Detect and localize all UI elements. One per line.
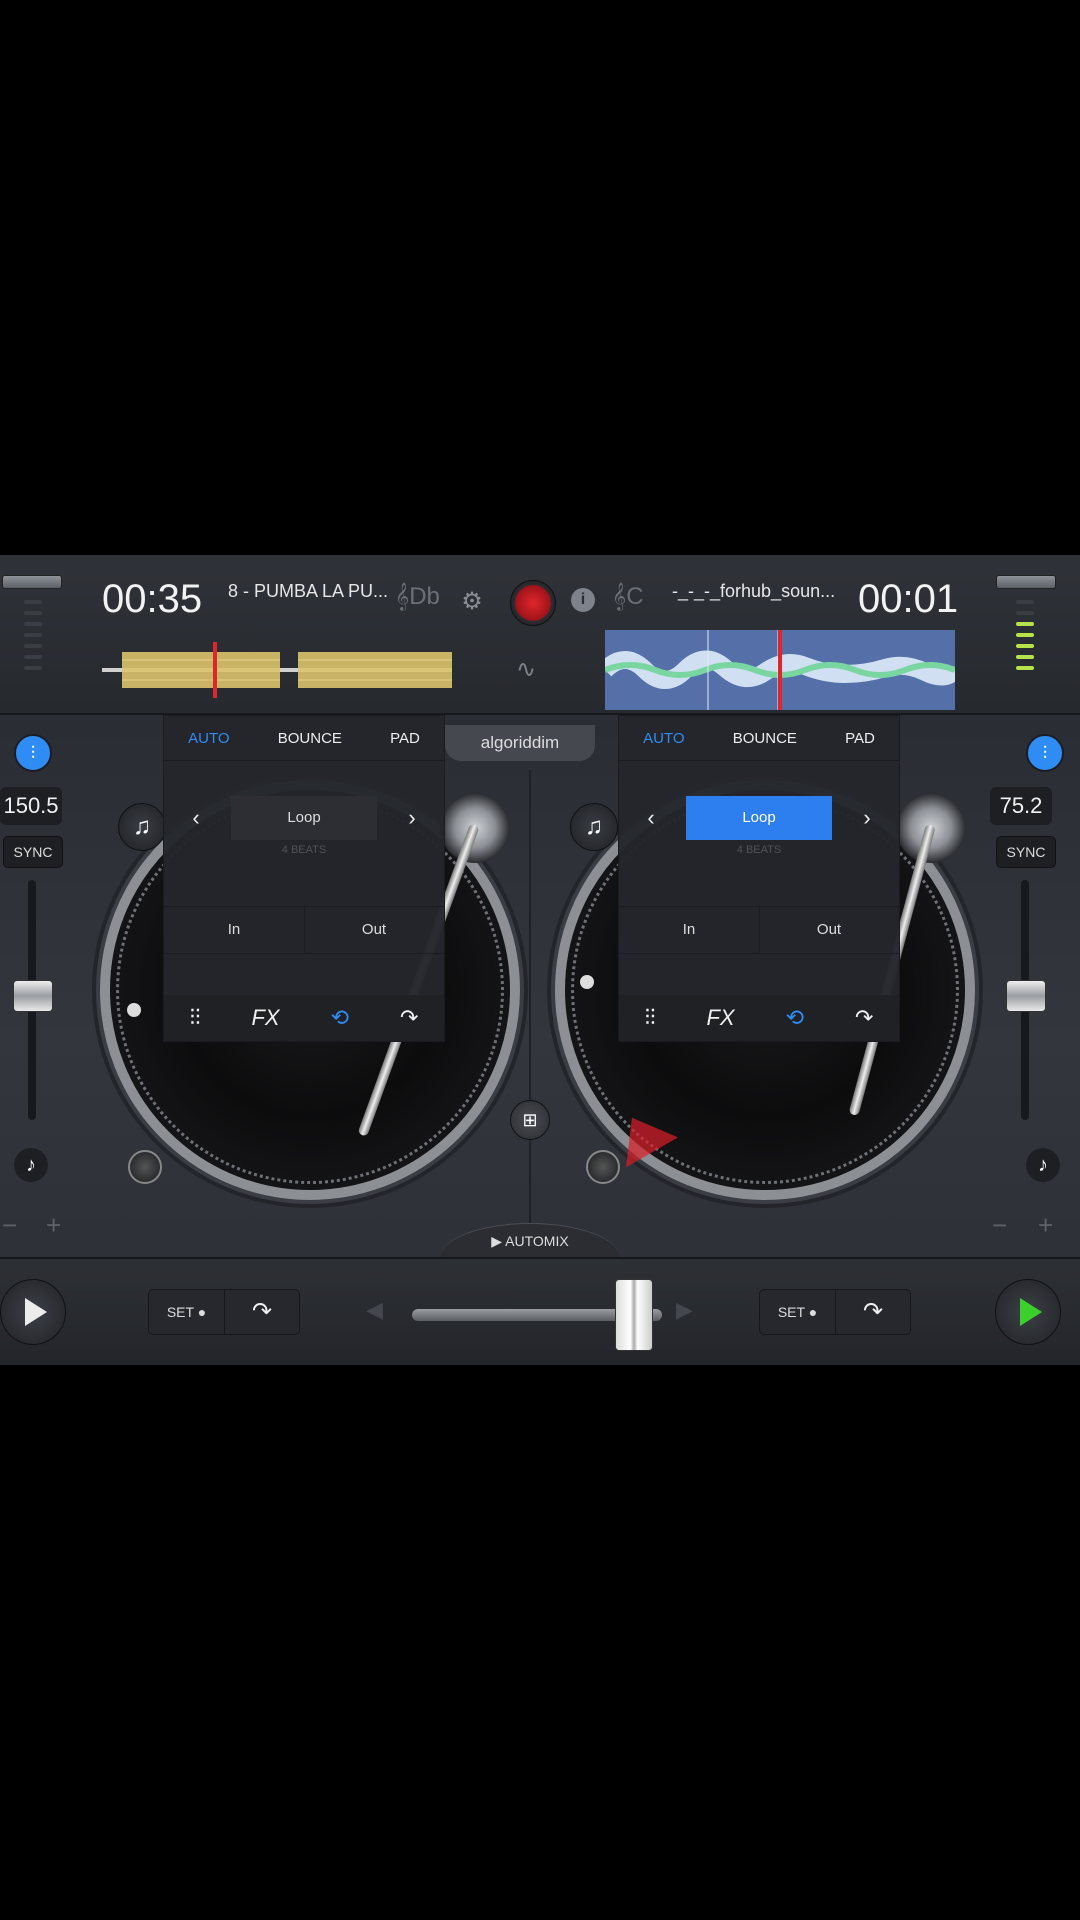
right-deck-time: 00:01 [858, 577, 959, 621]
transport-bar: SET ● ↷ ◀ ▶ SET ● ↷ [0, 1257, 1080, 1365]
right-waveform[interactable] [598, 630, 962, 710]
right-loop-tabs: AUTO BOUNCE PAD [619, 716, 899, 761]
left-beats-label: 4 BEATS [281, 844, 327, 856]
xfader-left-arrow: ◀ [366, 1297, 383, 1322]
music-clef-icon: 𝄞 [395, 583, 410, 610]
play-icon [1020, 1298, 1042, 1326]
jump-icon[interactable]: ↷ [836, 1290, 910, 1334]
right-bpm[interactable]: 75.2 [990, 787, 1052, 825]
info-icon[interactable]: i [571, 588, 595, 612]
left-deck-slot[interactable] [2, 575, 62, 589]
right-plus[interactable]: + [1038, 1210, 1053, 1241]
right-deck-slot[interactable] [996, 575, 1056, 589]
tab-bounce[interactable]: BOUNCE [733, 730, 797, 747]
right-panel-toolbar: ⫶⫶ FX ⟲ ↷ [619, 995, 899, 1041]
right-pitch-column: ⫶ 75.2 SYNC ♪ [990, 720, 1064, 1190]
record-button[interactable] [510, 580, 556, 626]
right-pitch-slider[interactable] [1006, 980, 1046, 1012]
algoriddim-logo: algoriddim [445, 725, 595, 761]
left-track-title[interactable]: 8 - PUMBA LA PU... [228, 581, 388, 602]
jump-icon[interactable]: ↷ [855, 1005, 873, 1031]
chevron-left-icon[interactable]: ‹ [176, 796, 216, 840]
left-loop-out[interactable]: Out [304, 906, 444, 954]
left-loop-button[interactable]: Loop [231, 796, 377, 840]
left-level-meter [18, 600, 48, 700]
right-loop-row: ‹ Loop › [619, 796, 899, 840]
mixer-settings-icon[interactable]: ⫶ [14, 734, 52, 772]
left-loop-in[interactable]: In [164, 906, 305, 954]
right-play-button[interactable] [995, 1279, 1061, 1345]
left-play-button[interactable] [0, 1279, 66, 1345]
eq-icon[interactable]: ⫶⫶ [644, 1005, 655, 1031]
jump-icon[interactable]: ↷ [225, 1290, 299, 1334]
gear-icon[interactable]: ⚙ [458, 588, 486, 616]
right-track-title[interactable]: -_-_-_forhub_soun... [672, 581, 835, 602]
left-waveform[interactable] [102, 630, 452, 710]
music-note-icon[interactable]: ♪ [1026, 1148, 1060, 1182]
tab-auto[interactable]: AUTO [643, 730, 684, 747]
eq-icon[interactable]: ⫶⫶ [189, 1005, 200, 1031]
play-icon [25, 1298, 47, 1326]
jump-icon[interactable]: ↷ [400, 1005, 418, 1031]
right-cue-group: SET ● ↷ [759, 1289, 911, 1335]
right-loop-out[interactable]: Out [759, 906, 899, 954]
chevron-left-icon[interactable]: ‹ [631, 796, 671, 840]
left-loop-row: ‹ Loop › [164, 796, 444, 840]
right-loop-button[interactable]: Loop [686, 796, 832, 840]
left-pitch-slider[interactable] [13, 980, 53, 1012]
mixer-settings-icon[interactable]: ⫶ [1026, 734, 1064, 772]
xfader-right-arrow: ▶ [676, 1297, 693, 1322]
chevron-right-icon[interactable]: › [847, 796, 887, 840]
right-key: 𝄞C [612, 583, 644, 610]
waveform-icon[interactable]: ∿ [516, 655, 536, 684]
left-deck-time: 00:35 [102, 577, 203, 621]
right-sync-button[interactable]: SYNC [996, 836, 1056, 868]
right-cue-set-button[interactable]: SET ● [760, 1290, 836, 1334]
left-minus[interactable]: − [2, 1210, 17, 1241]
music-note-icon[interactable]: ♪ [14, 1148, 48, 1182]
add-music-icon[interactable]: ♫ [118, 803, 166, 851]
loop-icon[interactable]: ⟲ [786, 1005, 804, 1031]
music-clef-icon: 𝄞 [612, 583, 627, 610]
automix-button[interactable]: ▶ AUTOMIX [440, 1223, 620, 1258]
tab-bounce[interactable]: BOUNCE [278, 730, 342, 747]
right-minus[interactable]: − [992, 1210, 1007, 1241]
loop-icon[interactable]: ⟲ [331, 1005, 349, 1031]
add-music-icon[interactable]: ♫ [570, 803, 618, 851]
left-key: 𝄞Db [395, 583, 440, 610]
tab-auto[interactable]: AUTO [188, 730, 229, 747]
left-cue-set-button[interactable]: SET ● [149, 1290, 225, 1334]
right-platter-marker [580, 975, 594, 989]
right-level-meter [1010, 600, 1040, 700]
left-start-knob[interactable] [128, 1150, 162, 1184]
left-bpm[interactable]: 150.5 [0, 787, 62, 825]
tab-pad[interactable]: PAD [390, 730, 420, 747]
right-loop-panel: AUTO BOUNCE PAD ‹ Loop › 4 BEATS In Out … [618, 715, 900, 1042]
crossfader-knob[interactable] [615, 1279, 653, 1351]
grid-icon[interactable]: ⊞ [510, 1100, 550, 1140]
right-beats-label: 4 BEATS [736, 844, 782, 856]
tab-pad[interactable]: PAD [845, 730, 875, 747]
top-bar: 00:35 8 - PUMBA LA PU... 𝄞Db ⚙ i 𝄞C -_-_… [0, 555, 1080, 715]
left-platter-marker [127, 1003, 141, 1017]
left-panel-toolbar: ⫶⫶ FX ⟲ ↷ [164, 995, 444, 1041]
left-loop-panel: AUTO BOUNCE PAD ‹ Loop › 4 BEATS In Out … [163, 715, 445, 1042]
right-loop-in[interactable]: In [619, 906, 760, 954]
fx-icon[interactable]: FX [251, 1005, 279, 1031]
left-plus[interactable]: + [46, 1210, 61, 1241]
left-pitch-column: ⫶ 150.5 SYNC ♪ [0, 720, 72, 1190]
center-divider [529, 770, 531, 1230]
left-sync-button[interactable]: SYNC [3, 836, 63, 868]
fx-icon[interactable]: FX [706, 1005, 734, 1031]
left-loop-tabs: AUTO BOUNCE PAD [164, 716, 444, 761]
right-start-knob[interactable] [586, 1150, 620, 1184]
chevron-right-icon[interactable]: › [392, 796, 432, 840]
dj-app: 00:35 8 - PUMBA LA PU... 𝄞Db ⚙ i 𝄞C -_-_… [0, 555, 1080, 1365]
left-cue-group: SET ● ↷ [148, 1289, 300, 1335]
